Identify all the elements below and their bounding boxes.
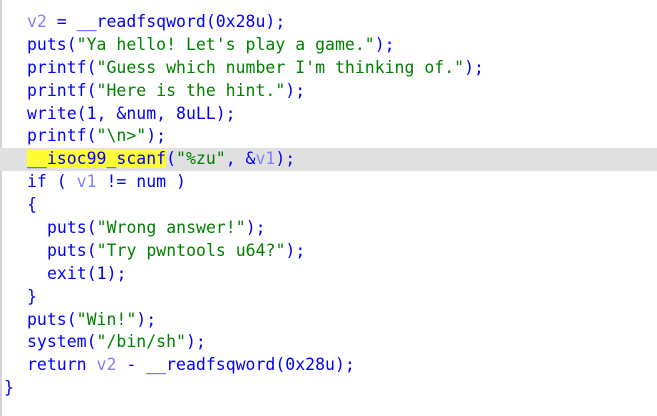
code-line[interactable]: if ( v1 != num ) (0, 171, 657, 194)
code-token[interactable]: ); (285, 241, 305, 260)
code-line[interactable]: return v2 - __readfsqword(0x28u); (0, 354, 657, 377)
string-literal[interactable]: "%zu" (176, 149, 226, 168)
code-token[interactable]: ); (285, 81, 305, 100)
code-token[interactable]: ); (275, 149, 295, 168)
code-line[interactable]: printf("Guess which number I'm thinking … (0, 57, 657, 80)
code-token[interactable]: puts( (47, 218, 97, 237)
code-token[interactable]: system( (27, 332, 97, 351)
code-token[interactable]: ( (166, 149, 176, 168)
code-token[interactable]: ); (375, 35, 395, 54)
code-line[interactable]: exit(1); (0, 263, 657, 286)
highlighted-identifier[interactable]: __isoc99_scanf (27, 149, 167, 169)
code-token[interactable]: != num ) (97, 172, 185, 191)
code-token[interactable]: puts( (47, 241, 97, 260)
code-token[interactable]: ); (146, 126, 166, 145)
code-line[interactable]: { (0, 194, 657, 217)
code-token[interactable]: ); (136, 310, 156, 329)
code-line[interactable]: puts("Try pwntools u64?"); (0, 240, 657, 263)
code-token[interactable]: - __readfsqword(0x28u); (116, 355, 355, 374)
code-token[interactable]: puts( (27, 35, 77, 54)
string-literal[interactable]: "/bin/sh" (97, 332, 186, 351)
variable-token[interactable]: v2 (97, 355, 117, 374)
code-line[interactable]: puts("Ya hello! Let's play a game."); (0, 34, 657, 57)
code-token[interactable]: printf( (27, 58, 97, 77)
string-literal[interactable]: "Win!" (77, 310, 137, 329)
string-literal[interactable]: "Guess which number I'm thinking of." (97, 58, 465, 77)
code-token[interactable]: } (4, 378, 14, 397)
string-literal[interactable]: "Wrong answer!" (97, 218, 246, 237)
string-literal[interactable]: "Try pwntools u64?" (97, 241, 286, 260)
code-token[interactable]: printf( (27, 81, 97, 100)
code-token[interactable]: return (27, 355, 97, 374)
code-lines: v2 = __readfsqword(0x28u); puts("Ya hello… (0, 11, 657, 400)
code-line[interactable]: puts("Wrong answer!"); (0, 217, 657, 240)
code-line[interactable]: system("/bin/sh"); (0, 331, 657, 354)
code-line[interactable]: v2 = __readfsqword(0x28u); (0, 11, 657, 34)
variable-token[interactable]: v2 (27, 12, 47, 31)
code-token[interactable]: printf( (27, 126, 97, 145)
code-token[interactable]: { (27, 195, 37, 214)
code-line[interactable]: } (0, 286, 657, 309)
code-token[interactable]: = __readfsqword(0x28u); (47, 12, 286, 31)
string-literal[interactable]: "\n>" (97, 126, 147, 145)
code-token[interactable]: } (27, 287, 37, 306)
code-line[interactable]: puts("Win!"); (0, 309, 657, 332)
code-line[interactable]: printf("\n>"); (0, 125, 657, 148)
code-token[interactable]: exit(1); (47, 264, 126, 283)
code-token[interactable]: ); (186, 332, 206, 351)
code-token[interactable]: if ( (27, 172, 77, 191)
code-token[interactable]: ); (464, 58, 484, 77)
variable-token[interactable]: v1 (77, 172, 97, 191)
code-line[interactable]: printf("Here is the hint."); (0, 80, 657, 103)
code-line[interactable]: } (0, 377, 657, 400)
string-literal[interactable]: "Ya hello! Let's play a game." (77, 35, 375, 54)
code-token[interactable]: write(1, &num, 8uLL); (27, 104, 236, 123)
pseudocode-view[interactable]: v2 = __readfsqword(0x28u); puts("Ya hello… (0, 0, 657, 416)
code-token[interactable]: puts( (27, 310, 77, 329)
code-token[interactable]: , & (226, 149, 256, 168)
string-literal[interactable]: "Here is the hint." (97, 81, 286, 100)
current-code-line[interactable]: __isoc99_scanf("%zu", &v1); (0, 148, 657, 172)
code-line[interactable]: write(1, &num, 8uLL); (0, 103, 657, 126)
variable-token[interactable]: v1 (256, 149, 276, 168)
code-token[interactable]: ); (246, 218, 266, 237)
